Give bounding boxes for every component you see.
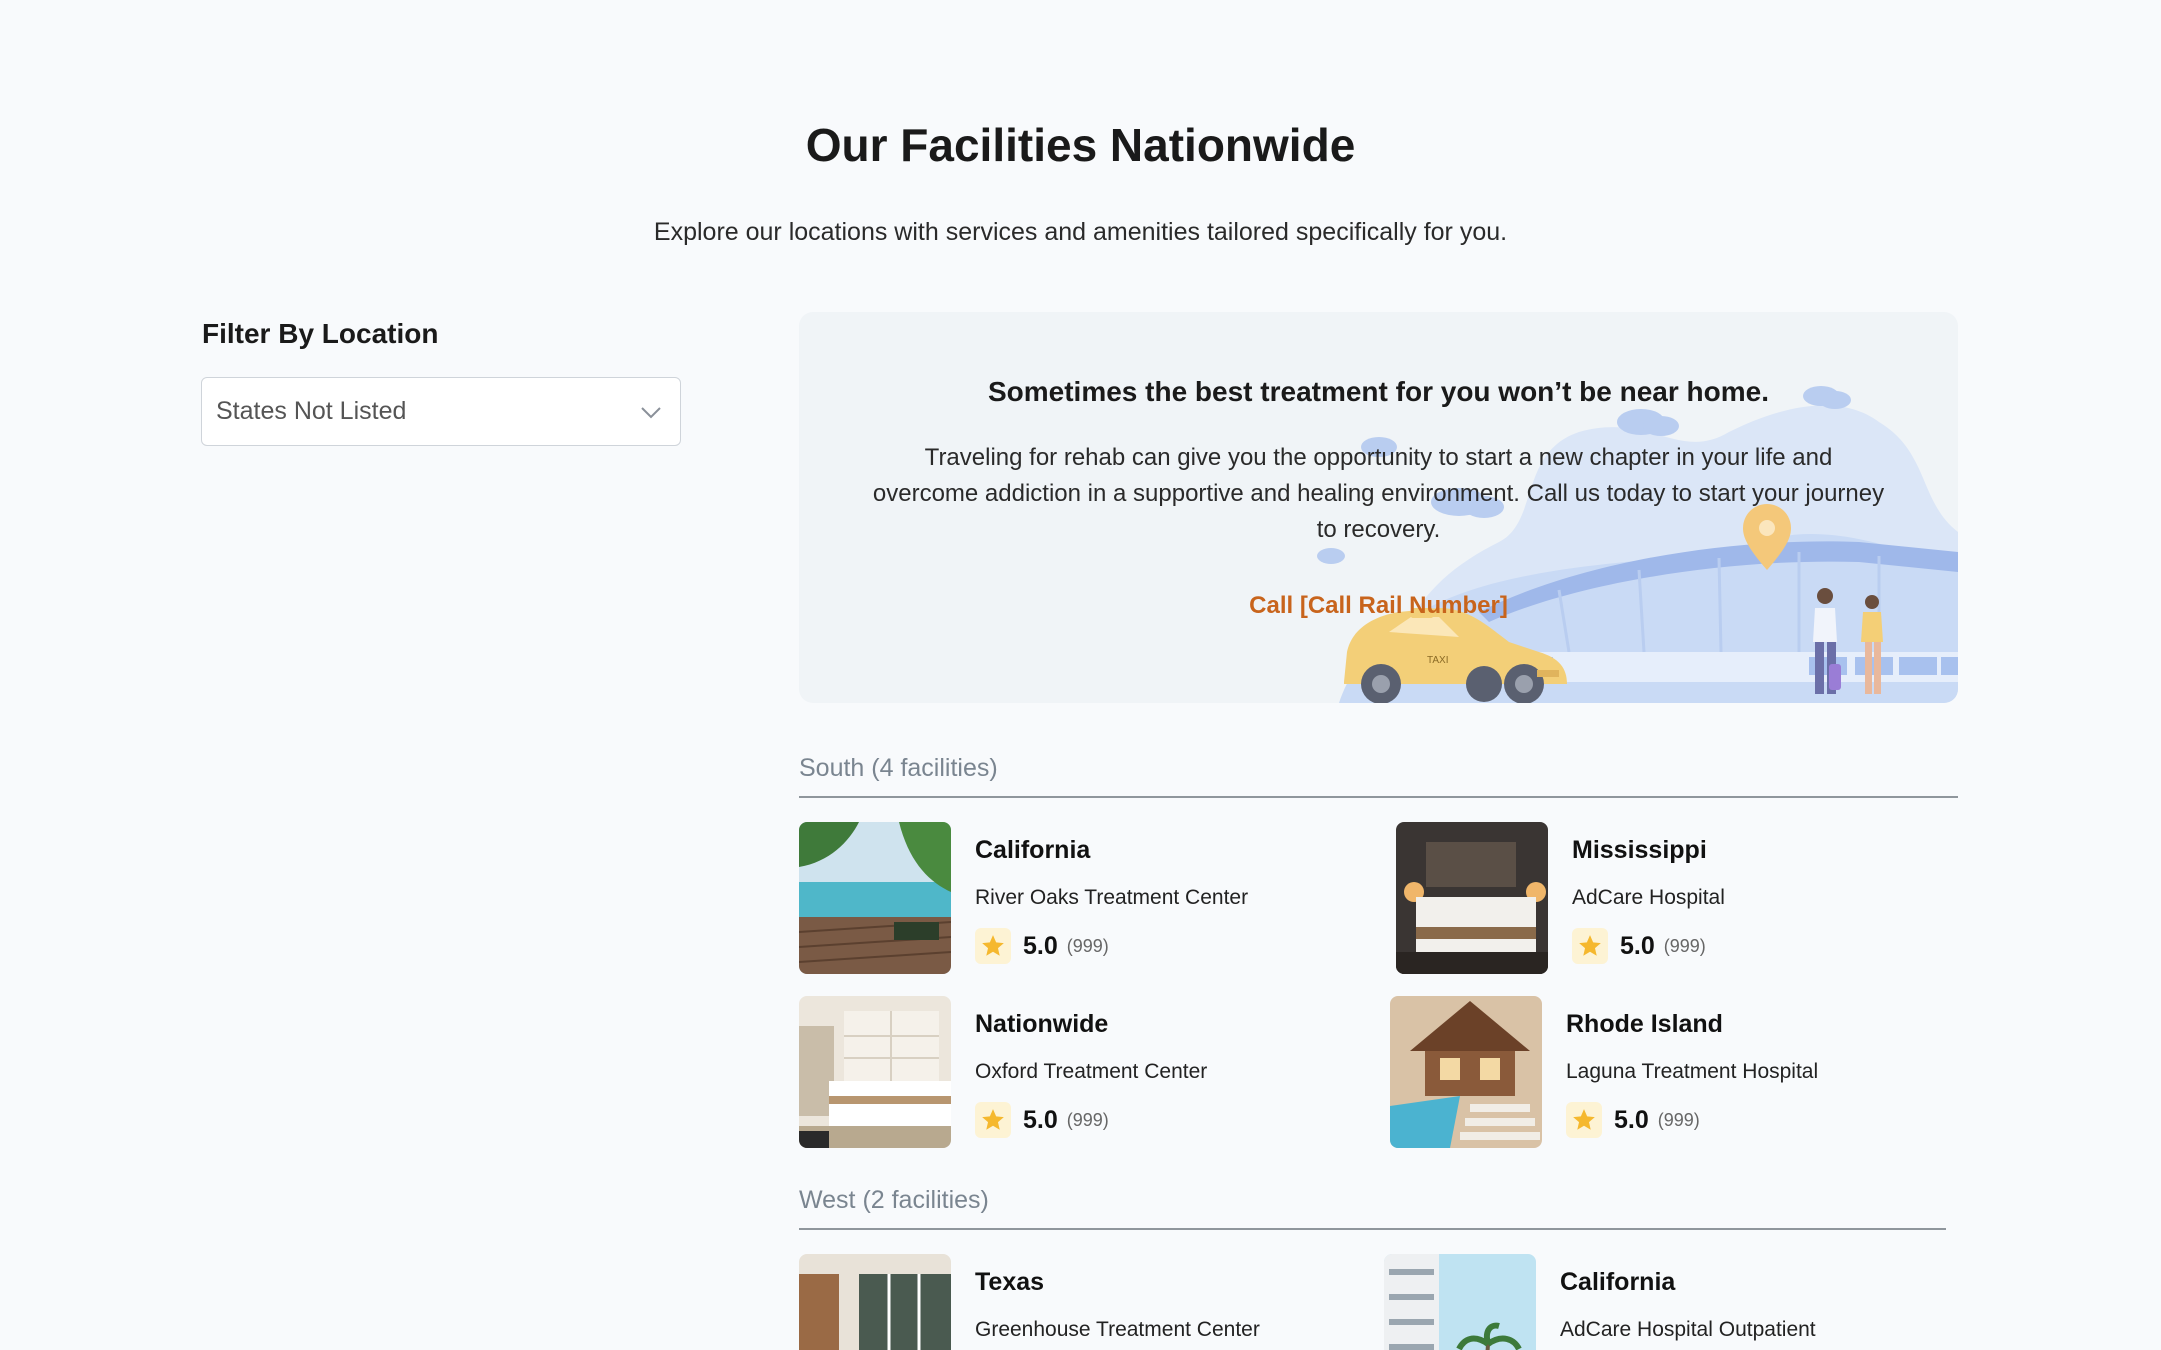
banner-text: Traveling for rehab can give you the opp…: [872, 444, 1885, 543]
star-icon: [1566, 1102, 1602, 1138]
star-icon: [975, 1102, 1011, 1138]
facility-name: River Oaks Treatment Center: [975, 886, 1249, 909]
facility-rating: 5.0 (999): [1572, 928, 1725, 964]
star-icon: [975, 928, 1011, 964]
facility-card[interactable]: Texas Greenhouse Treatment Center: [799, 1254, 1260, 1350]
facility-state: Rhode Island: [1566, 1010, 1723, 1038]
facility-card[interactable]: California River Oaks Treatment Center 5…: [799, 822, 1248, 974]
facility-name: AdCare Hospital: [1572, 886, 1725, 909]
facility-name: AdCare Hospital Outpatient: [1560, 1318, 1816, 1341]
facility-photo: [799, 1254, 951, 1350]
facility-card[interactable]: Rhode Island Laguna Treatment Hospital 5…: [1390, 996, 1818, 1148]
rating-score: 5.0: [1023, 931, 1058, 960]
svg-text:TAXI: TAXI: [1427, 655, 1448, 666]
page-subtitle: Explore our locations with services and …: [653, 218, 1508, 246]
page-title: Our Facilities Nationwide: [805, 119, 1356, 171]
region-divider: [799, 796, 1958, 798]
location-select[interactable]: States Not Listed: [201, 377, 681, 446]
location-select-value: States Not Listed: [216, 397, 407, 425]
facility-photo: [1384, 1254, 1536, 1350]
facility-state: Texas: [975, 1268, 1045, 1296]
filter-title: Filter By Location: [202, 318, 439, 349]
facility-state: Mississippi: [1572, 836, 1707, 864]
facility-card[interactable]: Nationwide Oxford Treatment Center 5.0 (…: [799, 996, 1207, 1148]
region-title-west: West (2 facilities): [799, 1186, 989, 1214]
rating-score: 5.0: [1614, 1105, 1649, 1134]
facility-state: California: [975, 836, 1091, 864]
rating-count: (999): [1066, 1109, 1109, 1130]
rating-count: (999): [1066, 935, 1109, 956]
banner-heading: Sometimes the best treatment for you won…: [987, 376, 1770, 407]
rating-count: (999): [1663, 935, 1706, 956]
region-divider: [799, 1228, 1946, 1230]
facility-photo: [799, 996, 951, 1148]
facility-card[interactable]: Mississippi AdCare Hospital 5.0 (999): [1396, 822, 1725, 974]
star-icon: [1572, 928, 1608, 964]
rating-score: 5.0: [1023, 1105, 1058, 1134]
facility-rating: 5.0 (999): [1566, 1102, 1818, 1138]
rating-count: (999): [1657, 1109, 1700, 1130]
facility-photo: [1396, 822, 1548, 974]
facility-rating: 5.0 (999): [975, 1102, 1207, 1138]
facility-name: Laguna Treatment Hospital: [1566, 1060, 1819, 1083]
facility-state: California: [1560, 1268, 1676, 1296]
travel-banner: TAXI Sometimes the best treatment for yo…: [799, 312, 1958, 703]
facility-photo: [1390, 996, 1542, 1148]
facility-photo: [799, 822, 951, 974]
facility-name: Oxford Treatment Center: [975, 1060, 1208, 1083]
region-title-south: South (4 facilities): [799, 754, 998, 782]
facility-rating: 5.0 (999): [975, 928, 1248, 964]
chevron-down-icon: [641, 406, 661, 418]
rating-score: 5.0: [1620, 931, 1655, 960]
facility-state: Nationwide: [975, 1010, 1109, 1038]
facility-card[interactable]: California AdCare Hospital Outpatient: [1384, 1254, 1816, 1350]
call-link[interactable]: Call [Call Rail Number]: [799, 592, 1958, 620]
facility-name: Greenhouse Treatment Center: [975, 1318, 1260, 1341]
